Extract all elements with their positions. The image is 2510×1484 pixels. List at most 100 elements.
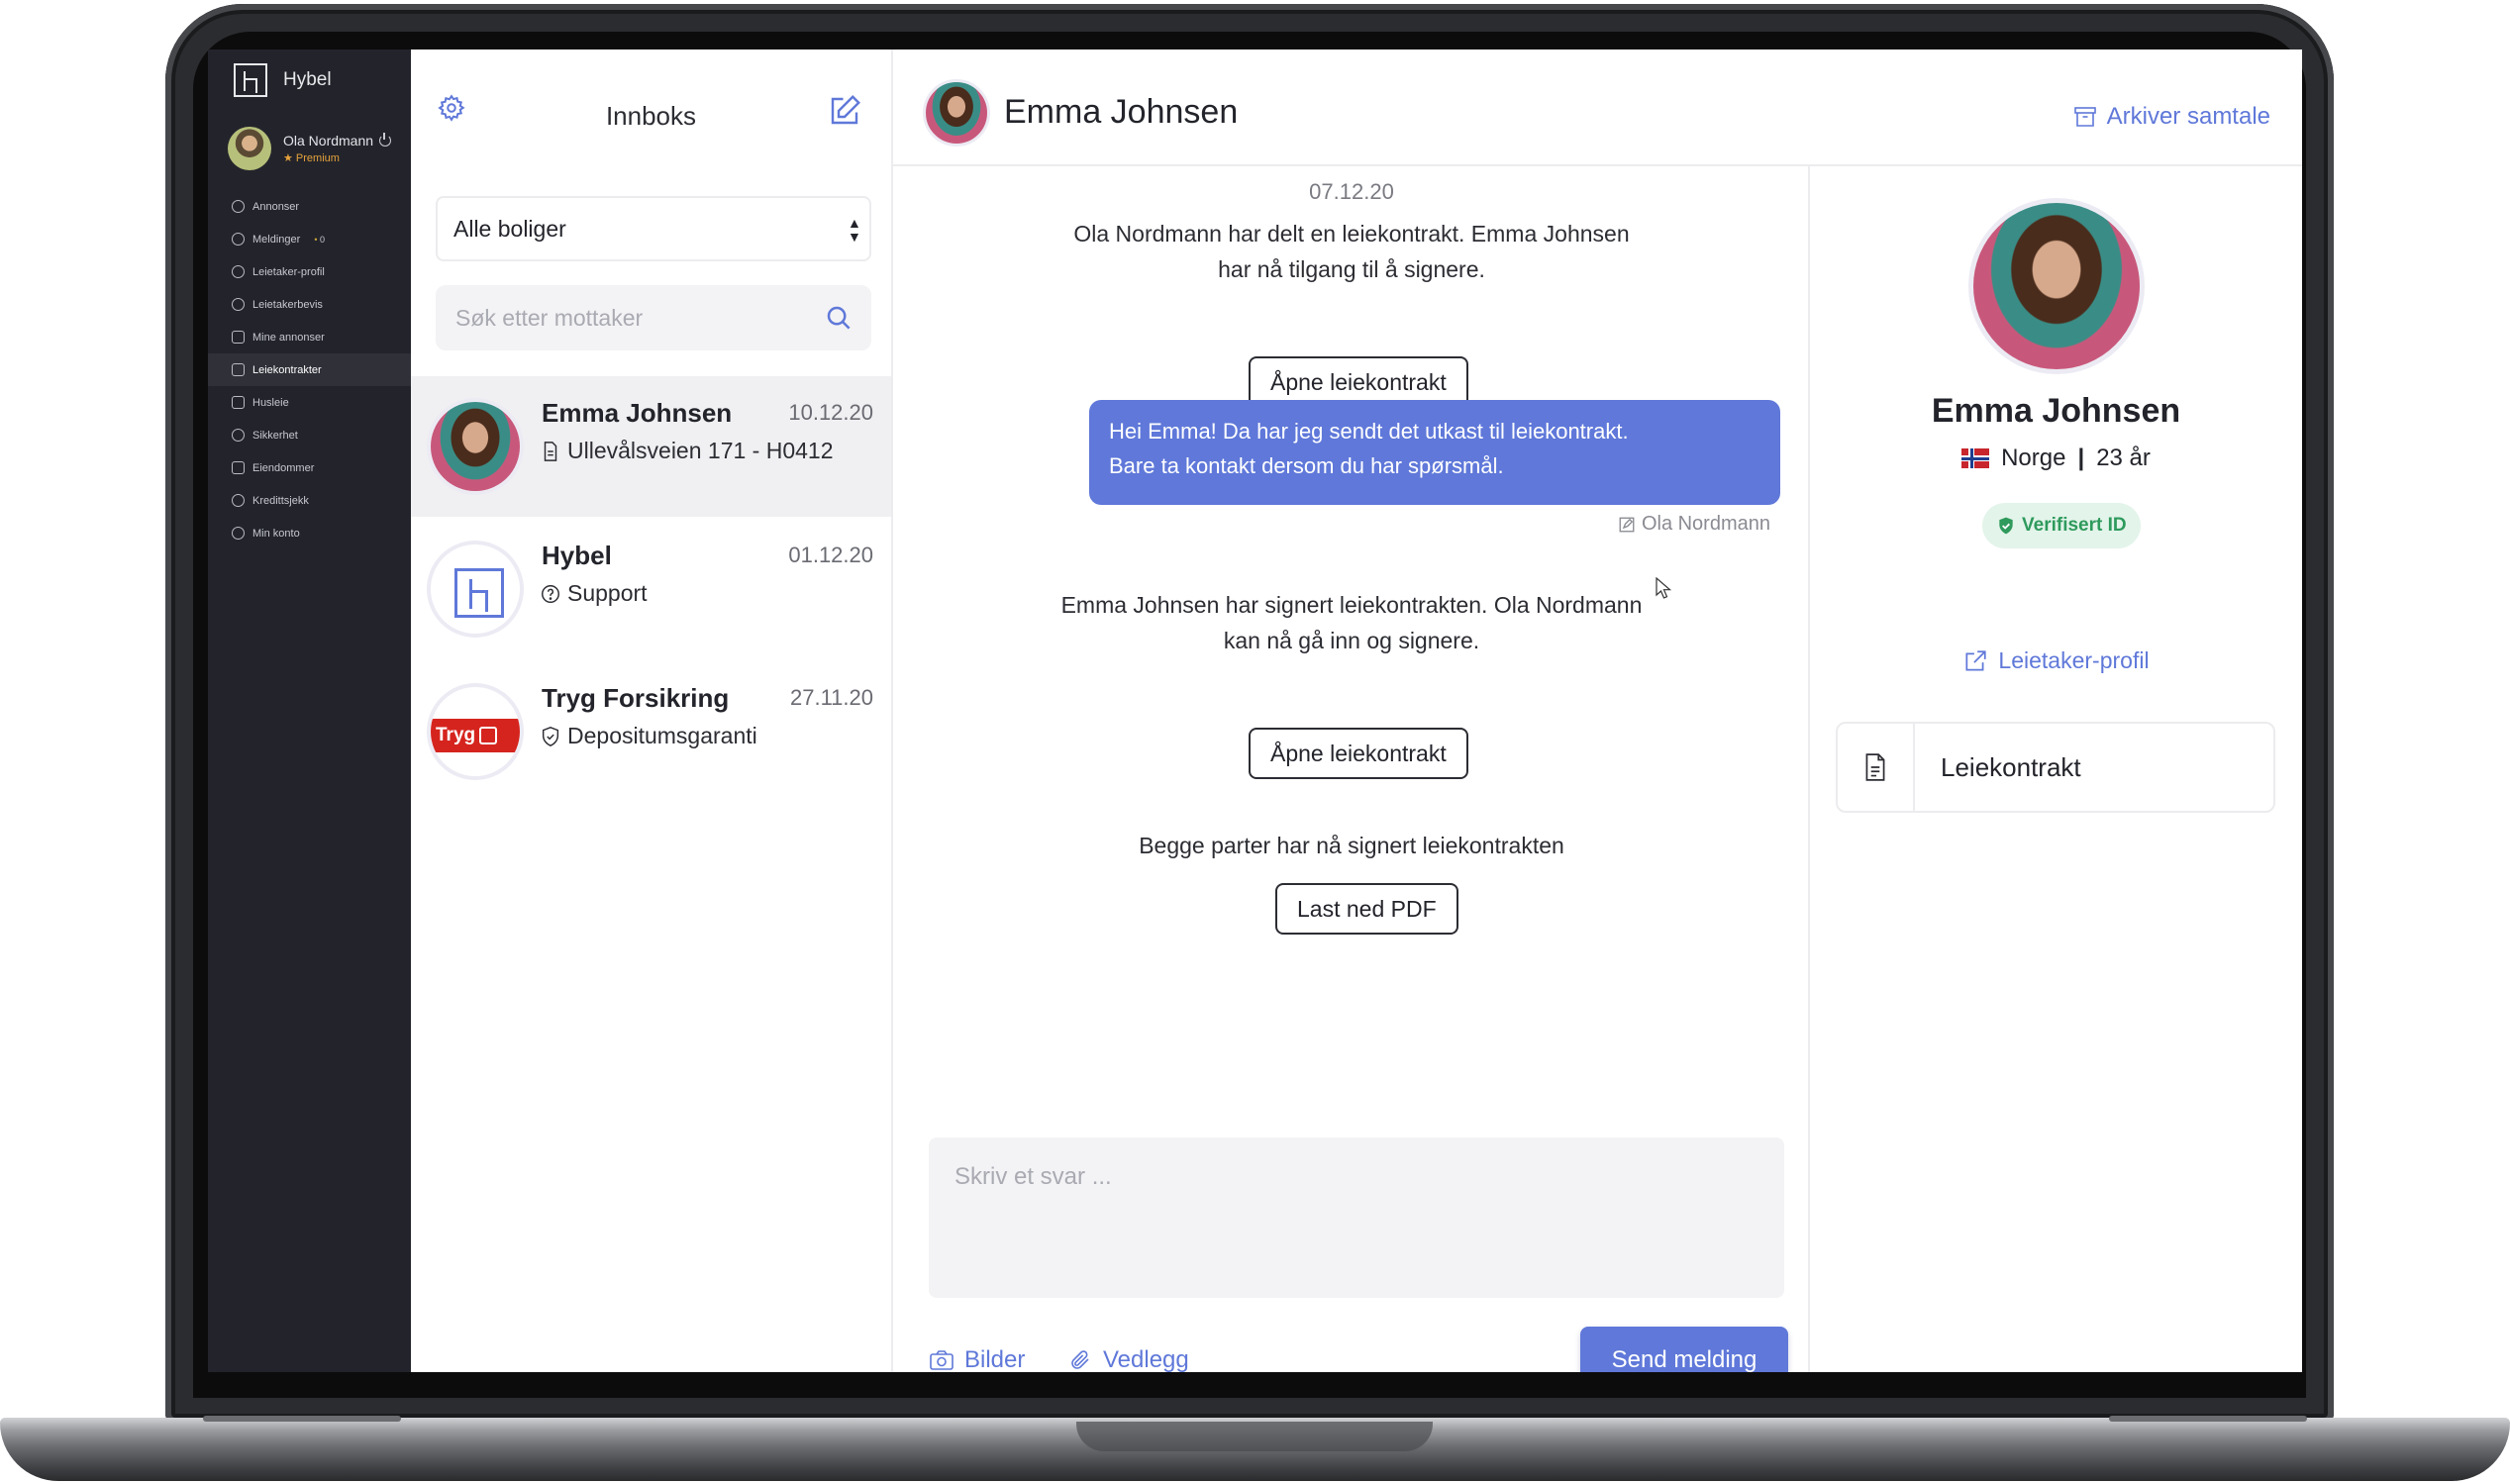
add-images-label: Bilder [964,1346,1026,1372]
conversation-date: 27.11.20 [789,685,873,710]
paperclip-icon [1071,1350,1089,1369]
reply-input[interactable] [929,1138,1784,1298]
sidebar-nav: Annonser Meldinger 0 Leietaker-profil Lei… [208,190,411,549]
system-message-line: Ola Nordmann har delt en leiekontrakt. E… [1073,221,1630,247]
profile-meta: Norge | 23 år [1810,445,2302,472]
conversation-item-emma[interactable]: Emma Johnsen 10.12.20 Ullevålsveien 171 … [411,376,891,517]
sidebar-item-label: Sikkerhet [252,429,298,442]
shield-check-icon [1999,517,2013,535]
sidebar-item-mine-annonser[interactable]: Mine annonser [208,321,411,353]
system-message-both-signed: Begge parter har nå signert leiekontrakt… [1139,833,1564,858]
user-name: Ola Nordmann [283,133,392,148]
compose-icon[interactable] [827,93,862,129]
premium-badge: ★ Premium [283,152,340,164]
tryg-logo-text: Tryg [436,725,476,745]
sidebar-item-label: Annonser [252,200,300,213]
conversation-subtitle-text: Support [567,580,648,606]
contract-document-label: Leiekontrakt [1941,751,2081,782]
sidebar-item-label: Leietaker-profil [252,265,325,278]
edit-icon [1619,517,1635,532]
hybel-logo-icon [234,63,267,97]
power-icon[interactable] [379,133,392,147]
conversation-name: Emma Johnsen [542,398,733,428]
avatar: Tryg [427,683,524,780]
contract-document-card[interactable]: Leiekontrakt [1836,722,2275,813]
date-divider: 07.12.20 [1309,179,1394,204]
user-profile[interactable]: Ola Nordmann ★ Premium [228,127,392,170]
account-icon [232,527,245,540]
building-icon [232,461,245,474]
tryg-mark-icon [479,727,498,744]
magnifier-icon [232,494,245,507]
sidebar-item-eiendommer[interactable]: Eiendommer [208,451,411,484]
sidebar-item-label: Kredittsjekk [252,494,309,507]
system-message-shared: Ola Nordmann har delt en leiekontrakt. E… [893,216,1810,287]
tenant-profile-link[interactable]: Leietaker-profil [1810,647,2302,674]
conversation-subtitle: Ullevålsveien 171 - H0412 [540,438,834,464]
conversation-subtitle: Depositumsgaranti [540,723,757,749]
sidebar-item-label: Min konto [252,527,300,540]
hybel-logo-icon [454,568,504,618]
conversation-subtitle: Support [540,580,648,607]
conversation-name: Tryg Forsikring [542,683,730,713]
tenant-profile-label: Leietaker-profil [1998,647,2150,673]
message-line: Bare ta kontakt dersom du har spørsmål. [1109,453,1504,478]
archive-conversation-button[interactable]: Arkiver samtale [2073,103,2270,131]
profile-age: 23 år [2096,445,2151,471]
sidebar-item-leiekontrakter[interactable]: Leiekontrakter [208,353,411,386]
download-pdf-button[interactable]: Last ned PDF [1275,883,1458,935]
message-sender-name: Ola Nordmann [1641,513,1770,535]
inbox-panel: Innboks Alle boliger ▲▼ Emma Johnsen 10.… [411,49,893,1372]
sidebar-item-leietaker-profil[interactable]: Leietaker-profil [208,255,411,288]
shield-icon [232,429,245,442]
document-icon [232,363,245,376]
tryg-logo: Tryg [431,719,520,752]
avatar [427,541,524,638]
user-icon [232,265,245,278]
app-screen: Hybel Ola Nordmann ★ Premium Annonser Me… [208,49,2302,1372]
archive-label: Arkiver samtale [2106,103,2270,130]
search-icon[interactable] [824,303,853,333]
sidebar: Hybel Ola Nordmann ★ Premium Annonser Me… [208,49,411,1372]
unread-count-badge: 0 [314,235,325,245]
inbox-header: Innboks [411,49,891,166]
sidebar-item-label: Meldinger [252,233,301,246]
external-link-icon [1965,649,1987,671]
conversation-subtitle-text: Ullevålsveien 171 - H0412 [567,438,834,463]
conversation-item-hybel[interactable]: Hybel 01.12.20 Support [411,519,891,659]
avatar[interactable] [923,79,990,147]
sidebar-item-label: Leietakerbevis [252,298,323,311]
reply-field-wrapper [929,1138,1784,1298]
conversation-date: 01.12.20 [788,543,873,567]
system-message-line: har nå tilgang til å signere. [1218,256,1485,282]
message-bubble: Hei Emma! Da har jeg sendt det utkast ti… [1089,400,1780,505]
sidebar-item-min-konto[interactable]: Min konto [208,517,411,549]
open-contract-button[interactable]: Åpne leiekontrakt [1249,728,1468,779]
add-images-button[interactable]: Bilder [929,1346,1025,1372]
send-message-button[interactable]: Send melding [1580,1327,1788,1372]
brand-name: Hybel [283,69,332,90]
sidebar-item-sikkerhet[interactable]: Sikkerhet [208,419,411,451]
contract-icon-wrap [1838,724,1915,811]
norway-flag-icon [1961,448,1990,468]
archive-icon [2073,107,2096,127]
chevron-updown-icon: ▲ ▼ [848,215,861,245]
chat-header: Emma Johnsen Arkiver samtale [893,49,2302,166]
add-attachment-button[interactable]: Vedlegg [1067,1346,1189,1372]
sidebar-item-leietakerbevis[interactable]: Leietakerbevis [208,288,411,321]
conversation-date: 10.12.20 [788,400,873,425]
conversation-item-tryg[interactable]: Tryg Tryg Forsikring 27.11.20 Depositums… [411,661,891,802]
recipient-search [436,285,871,350]
document-icon [544,441,557,461]
search-input[interactable] [455,304,812,332]
laptop-hinge-right [2109,1416,2307,1422]
sidebar-item-husleie[interactable]: Husleie [208,386,411,419]
brand[interactable]: Hybel [234,63,332,97]
laptop-hinge-left [203,1416,401,1422]
property-filter-select[interactable]: Alle boliger ▲ ▼ [436,196,871,261]
list-icon [232,331,245,344]
sidebar-item-meldinger[interactable]: Meldinger 0 [208,223,411,255]
sidebar-item-kredittsjekk[interactable]: Kredittsjekk [208,484,411,517]
system-message-line: kan nå gå inn og signere. [1223,628,1480,653]
sidebar-item-annonser[interactable]: Annonser [208,190,411,223]
